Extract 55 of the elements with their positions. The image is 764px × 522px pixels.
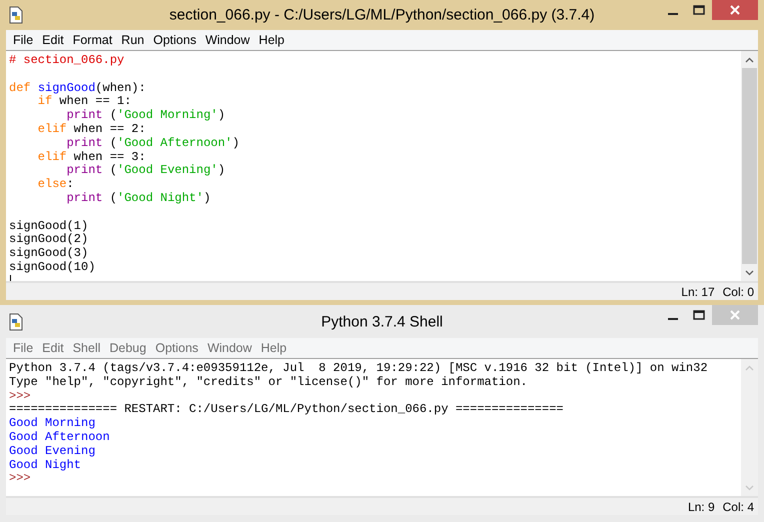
code-line: elif when == 2: bbox=[36, 122, 146, 137]
python-file-icon bbox=[8, 6, 24, 24]
code-line: print ('Good Afternoon') bbox=[66, 136, 240, 151]
scroll-up-icon[interactable] bbox=[745, 56, 754, 62]
menu-item[interactable]: Run bbox=[117, 33, 150, 47]
menu-item[interactable]: Options bbox=[151, 341, 204, 355]
maximize-icon bbox=[693, 310, 705, 320]
code-line: print ('Good Night') bbox=[66, 192, 211, 206]
code-line: signGood(10) bbox=[9, 260, 96, 275]
console-line: Python 3.7.4 (tags/v3.7.4:e09359112e, Jul 8 2019, 19:29:22) [MSC v.1916 32 bit (Intel)] on win32 bbox=[9, 362, 708, 376]
console-line: Good Night bbox=[9, 458, 82, 472]
console-line: =============== RESTART: C:/Users/LG/ML/Python/section_066.py =============== bbox=[9, 403, 564, 417]
code-line: signGood(1) bbox=[9, 220, 88, 233]
menu-item[interactable]: Edit bbox=[38, 33, 69, 47]
status-text: Col: 4 bbox=[722, 500, 754, 514]
minimize-icon bbox=[668, 318, 678, 320]
console-line: Good Morning bbox=[9, 417, 96, 431]
menu-item[interactable]: Options bbox=[149, 33, 202, 47]
code-line: def signGood(when): bbox=[9, 82, 146, 95]
menu-item[interactable]: Help bbox=[254, 33, 290, 47]
python-file-icon bbox=[8, 312, 24, 330]
maximize-icon bbox=[693, 5, 705, 15]
menu-item[interactable]: Help bbox=[256, 341, 292, 355]
scroll-down-icon[interactable] bbox=[745, 270, 754, 276]
code-line: print ('Good Evening') bbox=[66, 164, 226, 178]
close-icon bbox=[730, 310, 740, 320]
menu-item[interactable]: File bbox=[9, 33, 38, 47]
menu-item[interactable]: Edit bbox=[38, 341, 69, 355]
console-line: Type "help", "copyright", "credits" or "license()" for more information. bbox=[9, 376, 528, 390]
menu-item[interactable]: Window bbox=[201, 33, 255, 47]
code-line: signGood(3) bbox=[9, 247, 88, 261]
menu-item[interactable]: Window bbox=[203, 341, 257, 355]
status-text: Ln: 9 bbox=[688, 500, 715, 514]
console-line: >>> bbox=[9, 390, 31, 404]
menu-item[interactable]: Debug bbox=[106, 341, 152, 355]
code-line: elif when == 3: bbox=[36, 150, 146, 164]
minimize-icon bbox=[668, 12, 678, 14]
window-title: Python 3.7.4 Shell bbox=[321, 313, 443, 330]
code-line: # section_066.py bbox=[9, 54, 124, 68]
close-button[interactable] bbox=[712, 0, 758, 20]
menu-item[interactable]: Format bbox=[68, 33, 118, 47]
close-icon bbox=[730, 5, 740, 15]
console-line: Good Afternoon bbox=[9, 430, 110, 445]
console-line: Good Evening bbox=[9, 444, 96, 459]
status-text: Ln: 17 bbox=[681, 284, 715, 298]
code-line: print ('Good Morning') bbox=[66, 109, 226, 123]
window-title: section_066.py - C:/Users/LG/ML/Python/section_066.py (3.7.4) bbox=[169, 6, 595, 24]
scrollbar[interactable] bbox=[741, 51, 758, 281]
code-line: else: bbox=[36, 178, 74, 192]
menu-item[interactable]: Shell bbox=[68, 341, 106, 355]
code-line: if when == 1: bbox=[36, 95, 132, 109]
status-text: Col: 0 bbox=[722, 284, 754, 298]
menu-item[interactable]: File bbox=[9, 341, 38, 355]
console-line: >>> bbox=[9, 472, 31, 486]
code-line: signGood(2) bbox=[9, 233, 88, 247]
